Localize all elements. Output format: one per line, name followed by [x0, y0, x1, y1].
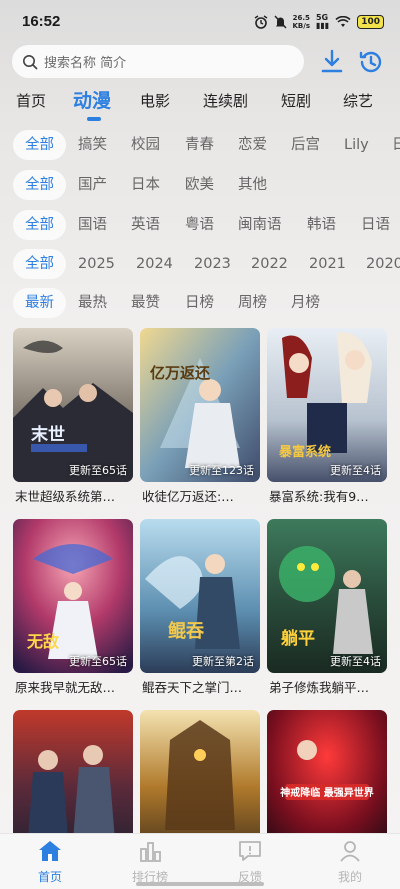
battery-indicator: 100	[357, 15, 384, 29]
home-indicator	[136, 882, 264, 886]
chip-region-all[interactable]: 全部	[13, 170, 66, 200]
cover-image: 亿万返还 更新至123话	[140, 328, 260, 482]
chip-genre[interactable]: 日	[392, 130, 400, 160]
chip-year[interactable]: 2024	[136, 249, 173, 279]
chip-genre[interactable]: 校园	[131, 130, 160, 160]
tab-anime[interactable]: 动漫	[73, 86, 111, 113]
signal-label: 5G ▮▮▮	[315, 13, 330, 30]
alarm-icon	[254, 15, 267, 29]
episode-badge: 更新至123话	[189, 464, 254, 477]
nav-home[interactable]: 首页	[20, 840, 80, 885]
tab-movie[interactable]: 电影	[140, 90, 170, 111]
chip-language[interactable]: 粤语	[185, 210, 214, 240]
mute-icon	[273, 15, 287, 29]
chip-region[interactable]: 欧美	[185, 170, 214, 200]
svg-text:亿万返还: 亿万返还	[150, 364, 211, 382]
nav-label: 我的	[337, 870, 362, 884]
cover-text: 神戒降临 最强异世界	[280, 786, 373, 799]
home-icon	[39, 841, 61, 861]
filter-sort: 最新 最热 最赞 日榜 周榜 月榜	[0, 288, 400, 318]
profile-icon	[340, 841, 360, 862]
cover-image: 躺平 更新至4话	[267, 519, 387, 673]
chip-region[interactable]: 日本	[131, 170, 160, 200]
chip-region[interactable]: 国产	[78, 170, 107, 200]
download-icon[interactable]	[318, 48, 346, 76]
card-title: 原来我早就无敌…	[15, 680, 116, 695]
chip-year[interactable]: 2025	[78, 249, 115, 279]
chip-sort[interactable]: 日榜	[185, 288, 214, 318]
chip-year[interactable]: 2022	[251, 249, 288, 279]
main-tabs: 首页 动漫 电影 连续剧 短剧 综艺	[0, 90, 400, 126]
chip-year-all[interactable]: 全部	[13, 249, 66, 279]
chip-language[interactable]: 韩语	[307, 210, 336, 240]
episode-badge: 更新至第2话	[192, 655, 254, 668]
chip-region[interactable]: 其他	[238, 170, 267, 200]
chip-language[interactable]: 日语	[361, 210, 390, 240]
chip-language[interactable]: 闽南语	[238, 210, 282, 240]
chip-genre[interactable]: 恋爱	[238, 130, 267, 160]
cover-image: 暴富系统 更新至4话	[267, 328, 387, 482]
cover-image: 鲲吞 更新至第2话	[140, 519, 260, 673]
chip-genre[interactable]: 青春	[185, 130, 214, 160]
chip-year[interactable]: 2023	[194, 249, 231, 279]
nav-profile[interactable]: 我的	[320, 840, 380, 885]
tab-short-drama[interactable]: 短剧	[281, 90, 311, 111]
svg-text:无敌: 无敌	[26, 632, 59, 651]
episode-badge: 更新至65话	[69, 464, 127, 477]
svg-text:鲲吞: 鲲吞	[168, 620, 204, 642]
svg-text:末世: 末世	[31, 424, 65, 445]
chip-genre[interactable]: Lily	[344, 130, 369, 160]
chip-language[interactable]: 英语	[131, 210, 160, 240]
card-title: 弟子修炼我躺平…	[269, 680, 370, 695]
search-input[interactable]: 搜索名称 简介	[12, 45, 304, 78]
feedback-icon	[239, 841, 261, 861]
nav-label: 首页	[37, 870, 62, 884]
svg-text:暴富系统: 暴富系统	[278, 444, 331, 460]
wifi-icon	[335, 16, 351, 27]
nav-ranking[interactable]: 排行榜	[120, 840, 180, 885]
card-title: 鲲吞天下之掌门…	[142, 680, 243, 695]
filter-language: 全部 国语 英语 粤语 闽南语 韩语 日语	[0, 210, 400, 240]
chip-genre[interactable]: 后宫	[291, 130, 320, 160]
cover-image: 末世 更新至65话	[13, 328, 133, 482]
chip-language-all[interactable]: 全部	[13, 210, 66, 240]
status-icons: 26.5 KB/s 5G ▮▮▮ 100	[254, 13, 384, 30]
filter-region: 全部 国产 日本 欧美 其他	[0, 170, 400, 200]
chip-year[interactable]: 2021	[309, 249, 346, 279]
chip-year[interactable]: 2020	[366, 249, 400, 279]
chip-genre-all[interactable]: 全部	[13, 130, 66, 160]
cover-image: 无敌 更新至65话	[13, 519, 133, 673]
chip-sort[interactable]: 月榜	[291, 288, 320, 318]
history-icon[interactable]	[356, 48, 384, 76]
card-title: 暴富系统:我有9…	[269, 489, 369, 504]
chip-sort[interactable]: 最赞	[131, 288, 160, 318]
chip-sort-latest[interactable]: 最新	[13, 288, 66, 318]
svg-text:躺平: 躺平	[281, 628, 315, 649]
tab-home[interactable]: 首页	[16, 90, 46, 111]
chip-genre[interactable]: 搞笑	[78, 130, 107, 160]
nav-feedback[interactable]: 反馈	[220, 840, 280, 885]
card-title: 收徒亿万返还:…	[142, 489, 234, 504]
chip-sort[interactable]: 最热	[78, 288, 107, 318]
status-bar: 16:52 26.5 KB/s 5G ▮▮▮ 100	[0, 0, 400, 46]
search-placeholder: 搜索名称 简介	[44, 56, 127, 71]
episode-badge: 更新至4话	[330, 464, 381, 477]
net-speed: 26.5 KB/s	[292, 14, 310, 30]
card-title: 末世超级系统第…	[15, 489, 116, 504]
tab-series[interactable]: 连续剧	[203, 90, 248, 111]
chip-sort[interactable]: 周榜	[238, 288, 267, 318]
status-time: 16:52	[22, 13, 61, 30]
ranking-icon	[140, 842, 161, 862]
search-row: 搜索名称 简介	[12, 45, 388, 79]
search-icon	[23, 54, 38, 69]
episode-badge: 更新至4话	[330, 655, 381, 668]
tab-variety[interactable]: 综艺	[343, 90, 373, 111]
chip-language[interactable]: 国语	[78, 210, 107, 240]
filter-year: 全部 2025 2024 2023 2022 2021 2020	[0, 249, 400, 279]
active-tab-indicator	[87, 117, 101, 121]
bottom-nav: 首页 排行榜 反馈 我的	[0, 833, 400, 889]
filter-genre: 全部 搞笑 校园 青春 恋爱 后宫 Lily 日	[0, 130, 400, 160]
episode-badge: 更新至65话	[69, 655, 127, 668]
